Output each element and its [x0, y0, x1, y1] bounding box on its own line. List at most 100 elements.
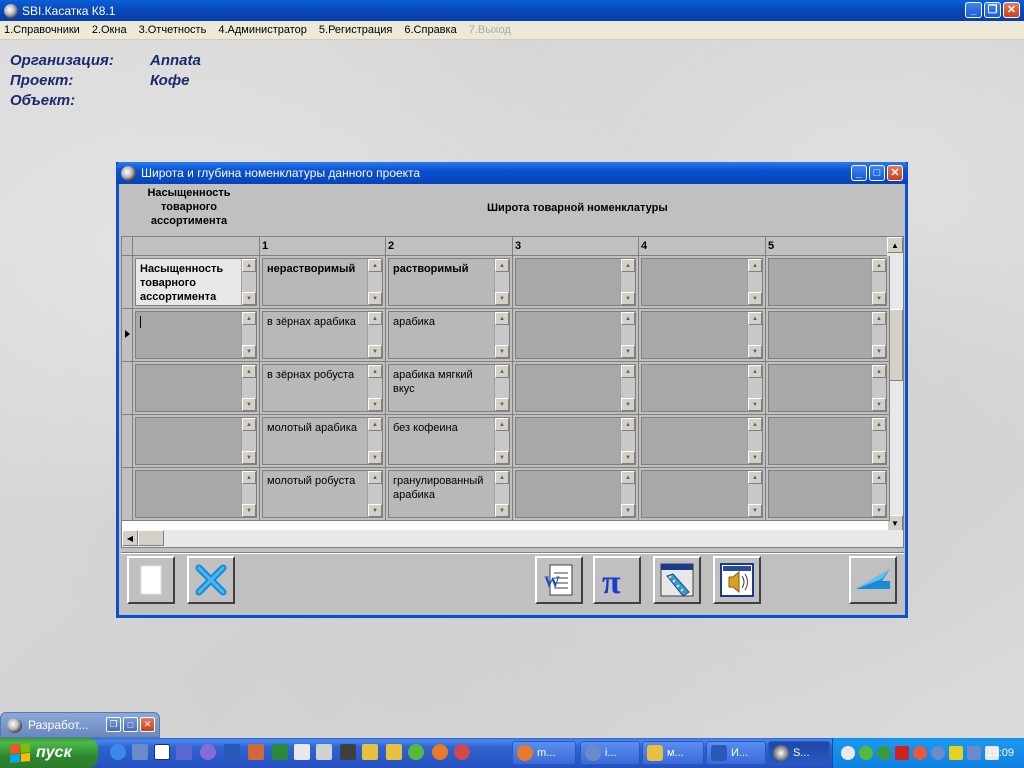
- network-icon[interactable]: [132, 744, 148, 760]
- grid-cell[interactable]: ▲ ▼: [766, 309, 890, 362]
- cell-editor[interactable]: ▲ ▼: [515, 470, 636, 518]
- cell-scroll-down-icon[interactable]: ▼: [872, 504, 886, 517]
- cell-scroll-up-icon[interactable]: ▲: [242, 365, 256, 378]
- task-button-3[interactable]: м...: [642, 741, 704, 765]
- cell-editor[interactable]: ▲ ▼: [768, 311, 887, 359]
- cell-scrollbar[interactable]: ▲ ▼: [494, 312, 509, 358]
- grid-cell[interactable]: ▲ ▼: [513, 468, 639, 521]
- grid-cell[interactable]: нерастворимый ▲ ▼: [260, 256, 386, 309]
- menu-registration[interactable]: 5.Регистрация: [319, 24, 392, 36]
- cell-scroll-up-icon[interactable]: ▲: [748, 259, 762, 272]
- row-indicator[interactable]: [122, 256, 133, 309]
- cell-editor[interactable]: ▲ ▼: [135, 417, 257, 465]
- cell-scroll-up-icon[interactable]: ▲: [621, 471, 635, 484]
- cell-editor[interactable]: растворимый ▲ ▼: [388, 258, 510, 306]
- minimized-window[interactable]: Разработ... ❐ □ ✕: [0, 712, 160, 738]
- back-button[interactable]: [849, 556, 897, 604]
- cell-editor[interactable]: ▲ ▼: [135, 470, 257, 518]
- grid-cell[interactable]: без кофеина ▲ ▼: [386, 415, 513, 468]
- grid-cell[interactable]: ▲ ▼: [513, 309, 639, 362]
- tray-tool-icon[interactable]: [913, 746, 927, 760]
- terminal-icon[interactable]: [340, 744, 356, 760]
- dialog-minimize-button[interactable]: _: [851, 165, 867, 181]
- grid-cell[interactable]: ▲ ▼: [513, 362, 639, 415]
- cell-editor[interactable]: ▲ ▼: [135, 311, 257, 359]
- cell-scrollbar[interactable]: ▲ ▼: [367, 365, 382, 411]
- grid-cell[interactable]: ▲ ▼: [133, 468, 260, 521]
- cell-scroll-up-icon[interactable]: ▲: [368, 312, 382, 325]
- scroll-left-icon[interactable]: ◀: [122, 530, 138, 546]
- cell-scrollbar[interactable]: ▲ ▼: [367, 259, 382, 305]
- cell-scroll-up-icon[interactable]: ▲: [748, 312, 762, 325]
- cell-scroll-up-icon[interactable]: ▲: [621, 418, 635, 431]
- firefox-icon[interactable]: [432, 744, 448, 760]
- cell-scroll-down-icon[interactable]: ▼: [748, 451, 762, 464]
- cell-editor[interactable]: молотый арабика ▲ ▼: [262, 417, 383, 465]
- cell-scroll-down-icon[interactable]: ▼: [242, 398, 256, 411]
- grid-cell[interactable]: в зёрнах робуста ▲ ▼: [260, 362, 386, 415]
- cell-editor[interactable]: ▲ ▼: [515, 417, 636, 465]
- menu-windows[interactable]: 2.Окна: [92, 24, 127, 36]
- word-export-button[interactable]: W: [535, 556, 583, 604]
- column-header-0[interactable]: [133, 237, 260, 256]
- cell-scrollbar[interactable]: ▲ ▼: [747, 259, 762, 305]
- cell-scroll-down-icon[interactable]: ▼: [242, 292, 256, 305]
- cell-scroll-up-icon[interactable]: ▲: [748, 471, 762, 484]
- cell-scroll-up-icon[interactable]: ▲: [872, 259, 886, 272]
- nomenclature-grid[interactable]: 1 2 3 4 5 ▲ ▼ ◀ Насыщенность товарного а…: [121, 236, 904, 548]
- new-button[interactable]: [127, 556, 175, 604]
- text-icon[interactable]: [294, 744, 310, 760]
- grid-cell[interactable]: ▲ ▼: [133, 415, 260, 468]
- dialog-close-button[interactable]: ✕: [887, 165, 903, 181]
- film-button[interactable]: [653, 556, 701, 604]
- cell-scroll-down-icon[interactable]: ▼: [242, 345, 256, 358]
- grid-horizontal-scrollbar[interactable]: ◀: [122, 530, 903, 547]
- row-indicator[interactable]: [122, 309, 133, 362]
- cell-scroll-down-icon[interactable]: ▼: [495, 398, 509, 411]
- folder-icon[interactable]: [362, 744, 378, 760]
- cell-editor[interactable]: в зёрнах робуста ▲ ▼: [262, 364, 383, 412]
- tray-expand-icon[interactable]: [841, 746, 855, 760]
- cell-scrollbar[interactable]: ▲ ▼: [494, 365, 509, 411]
- orb-icon[interactable]: [200, 744, 216, 760]
- cell-scrollbar[interactable]: ▲ ▼: [620, 418, 635, 464]
- minimized-restore-button[interactable]: ❐: [106, 717, 121, 732]
- cell-scroll-down-icon[interactable]: ▼: [621, 292, 635, 305]
- minimized-maximize-button[interactable]: □: [123, 717, 138, 732]
- cell-scrollbar[interactable]: ▲ ▼: [747, 418, 762, 464]
- column-header-1[interactable]: 1: [260, 237, 386, 256]
- tray-green-icon[interactable]: [877, 746, 891, 760]
- cell-editor[interactable]: Насыщенность товарного ассортимента ▲ ▼: [135, 258, 257, 306]
- cell-editor[interactable]: ▲ ▼: [641, 364, 763, 412]
- cell-scroll-up-icon[interactable]: ▲: [368, 259, 382, 272]
- cell-scroll-down-icon[interactable]: ▼: [368, 504, 382, 517]
- dialog-titlebar[interactable]: Широта и глубина номенклатуры данного пр…: [116, 162, 908, 184]
- tray-flower-icon[interactable]: [859, 746, 873, 760]
- cell-editor[interactable]: ▲ ▼: [641, 311, 763, 359]
- task-button-1[interactable]: m...: [512, 741, 576, 765]
- start-button[interactable]: пуск: [0, 738, 98, 768]
- cell-scroll-down-icon[interactable]: ▼: [872, 451, 886, 464]
- flower-icon[interactable]: [408, 744, 424, 760]
- grid-cell[interactable]: ▲ ▼: [766, 468, 890, 521]
- cell-scroll-up-icon[interactable]: ▲: [368, 365, 382, 378]
- cell-scroll-up-icon[interactable]: ▲: [495, 259, 509, 272]
- row-indicator[interactable]: [122, 362, 133, 415]
- grid-cell[interactable]: ▲ ▼: [766, 362, 890, 415]
- cell-scrollbar[interactable]: ▲ ▼: [620, 365, 635, 411]
- folder-2-icon[interactable]: [386, 744, 402, 760]
- cell-scroll-down-icon[interactable]: ▼: [748, 504, 762, 517]
- cell-editor[interactable]: арабика мягкий вкус ▲ ▼: [388, 364, 510, 412]
- cell-scrollbar[interactable]: ▲ ▼: [747, 312, 762, 358]
- cell-scrollbar[interactable]: ▲ ▼: [747, 365, 762, 411]
- scroll-up-icon[interactable]: ▲: [887, 237, 903, 253]
- grid-cell[interactable]: ▲ ▼: [133, 309, 260, 362]
- task-button-5[interactable]: S...: [768, 741, 830, 765]
- cell-scrollbar[interactable]: ▲ ▼: [494, 418, 509, 464]
- cell-scrollbar[interactable]: ▲ ▼: [871, 418, 886, 464]
- column-header-3[interactable]: 3: [513, 237, 639, 256]
- cell-scroll-up-icon[interactable]: ▲: [872, 471, 886, 484]
- grid-cell[interactable]: ▲ ▼: [639, 256, 766, 309]
- cell-scroll-down-icon[interactable]: ▼: [368, 345, 382, 358]
- info-icon[interactable]: [154, 744, 170, 760]
